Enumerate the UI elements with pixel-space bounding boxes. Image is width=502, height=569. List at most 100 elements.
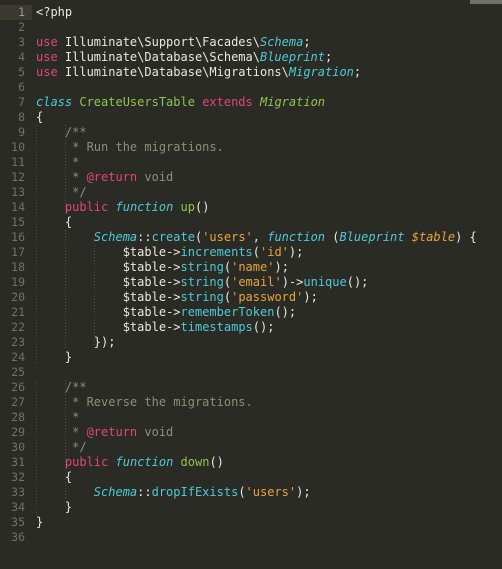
code-line[interactable]: $table->string('name'); bbox=[36, 260, 502, 275]
code-token: $table bbox=[122, 305, 167, 319]
gutter-line-number: 24 bbox=[11, 350, 25, 364]
gutter-line-number: 29 bbox=[11, 425, 25, 439]
code-token: -> bbox=[166, 305, 181, 319]
code-token: string bbox=[180, 260, 224, 274]
code-token: :: bbox=[137, 230, 152, 244]
code-line[interactable]: } bbox=[36, 350, 502, 365]
code-line[interactable]: */ bbox=[36, 185, 502, 200]
code-editor[interactable]: 1 2 3 4 5 6 7 8 9 10 11 12 13 14 15 16 17 18 19 20 21 22 23 24 2… bbox=[0, 0, 502, 569]
code-line[interactable]: */ bbox=[36, 440, 502, 455]
code-token: { bbox=[36, 110, 44, 124]
gutter-line-number: 17 bbox=[11, 245, 25, 259]
code-line[interactable]: Schema::dropIfExists('users'); bbox=[36, 485, 502, 500]
code-token: 'password' bbox=[231, 290, 304, 304]
code-line[interactable]: $table->rememberToken(); bbox=[36, 305, 502, 320]
code-line[interactable]: use Illuminate\Database\Schema\Blueprint… bbox=[36, 50, 502, 65]
code-token: public bbox=[64, 455, 109, 469]
gutter-line-number: 28 bbox=[11, 410, 25, 424]
gutter-line-number: 19 bbox=[11, 275, 25, 289]
code-line[interactable] bbox=[36, 530, 502, 545]
code-token: function bbox=[115, 455, 174, 469]
code-token: , bbox=[252, 230, 268, 244]
code-token: Blueprint bbox=[339, 230, 405, 244]
code-line[interactable]: * bbox=[36, 155, 502, 170]
gutter-line-number: 15 bbox=[11, 215, 25, 229]
code-token: ; bbox=[303, 35, 311, 49]
code-token: use bbox=[36, 50, 58, 64]
code-line[interactable]: use Illuminate\Database\Migrations\Migra… bbox=[36, 65, 502, 80]
code-line[interactable]: public function up() bbox=[36, 200, 502, 215]
code-token: 'id' bbox=[260, 245, 289, 259]
code-line[interactable]: public function down() bbox=[36, 455, 502, 470]
gutter-line-number: 20 bbox=[11, 290, 25, 304]
code-line[interactable]: * bbox=[36, 410, 502, 425]
code-line[interactable] bbox=[36, 365, 502, 380]
code-line[interactable]: * Run the migrations. bbox=[36, 140, 502, 155]
code-token: ); bbox=[288, 245, 304, 259]
code-token: timestamps bbox=[180, 320, 253, 334]
code-content-area[interactable]: <?php use Illuminate\Support\Facades\Sch… bbox=[32, 0, 502, 569]
gutter-line-number: 14 bbox=[11, 200, 25, 214]
code-token: $table bbox=[122, 260, 167, 274]
code-token: /** bbox=[36, 125, 87, 139]
code-token: increments bbox=[180, 245, 253, 259]
code-line[interactable]: $table->string('password'); bbox=[36, 290, 502, 305]
code-token: Migration bbox=[288, 65, 354, 79]
code-line[interactable]: class CreateUsersTable extends Migration bbox=[36, 95, 502, 110]
code-line[interactable]: } bbox=[36, 515, 502, 530]
code-token: Illuminate\Support\Facades\ bbox=[57, 35, 260, 49]
gutter-line-number: 9 bbox=[18, 125, 25, 139]
code-line[interactable]: $table->string('email')->unique(); bbox=[36, 275, 502, 290]
gutter-line-number: 10 bbox=[11, 140, 25, 154]
code-token: rememberToken bbox=[180, 305, 275, 319]
code-token: use bbox=[36, 35, 58, 49]
code-token: CreateUsersTable bbox=[79, 95, 195, 109]
code-token: $table bbox=[122, 245, 167, 259]
code-line[interactable]: }); bbox=[36, 335, 502, 350]
code-line[interactable]: * Reverse the migrations. bbox=[36, 395, 502, 410]
code-token: * bbox=[36, 425, 87, 439]
code-line[interactable] bbox=[36, 80, 502, 95]
code-line[interactable]: /** bbox=[36, 125, 502, 140]
code-token: $table bbox=[122, 275, 167, 289]
code-line[interactable]: { bbox=[36, 110, 502, 125]
code-token: ( bbox=[325, 230, 340, 244]
code-line[interactable]: $table->timestamps(); bbox=[36, 320, 502, 335]
code-token: ); bbox=[274, 260, 289, 274]
code-line[interactable]: $table->increments('id'); bbox=[36, 245, 502, 260]
code-line[interactable]: { bbox=[36, 470, 502, 485]
code-line[interactable]: <?php bbox=[36, 5, 502, 20]
gutter-line-number: 31 bbox=[11, 455, 25, 469]
code-token: 'users' bbox=[245, 485, 297, 499]
code-line[interactable]: /** bbox=[36, 380, 502, 395]
code-line[interactable]: use Illuminate\Support\Facades\Schema; bbox=[36, 35, 502, 50]
code-token: ); bbox=[296, 485, 311, 499]
code-token: */ bbox=[36, 185, 87, 199]
gutter-line-number: 23 bbox=[11, 335, 25, 349]
code-token: { bbox=[36, 215, 73, 229]
code-token: * bbox=[36, 170, 87, 184]
code-token: Schema bbox=[93, 485, 138, 499]
code-token: class bbox=[36, 95, 73, 109]
code-lines[interactable]: <?php use Illuminate\Support\Facades\Sch… bbox=[36, 5, 502, 545]
code-token: :: bbox=[137, 485, 152, 499]
horizontal-scrollbar-thumb[interactable] bbox=[470, 0, 502, 4]
code-line[interactable] bbox=[36, 20, 502, 35]
code-token: * Run the migrations. bbox=[36, 140, 224, 154]
code-line[interactable]: } bbox=[36, 500, 502, 515]
code-line[interactable]: { bbox=[36, 215, 502, 230]
horizontal-scrollbar-track[interactable] bbox=[0, 0, 502, 4]
gutter-line-number: 8 bbox=[18, 110, 25, 124]
code-line[interactable]: Schema::create('users', function (Bluepr… bbox=[36, 230, 502, 245]
gutter-line-number: 36 bbox=[11, 530, 25, 544]
code-line[interactable]: * @return void bbox=[36, 425, 502, 440]
code-token: { bbox=[36, 470, 73, 484]
code-line[interactable]: * @return void bbox=[36, 170, 502, 185]
code-token: $table bbox=[411, 230, 456, 244]
